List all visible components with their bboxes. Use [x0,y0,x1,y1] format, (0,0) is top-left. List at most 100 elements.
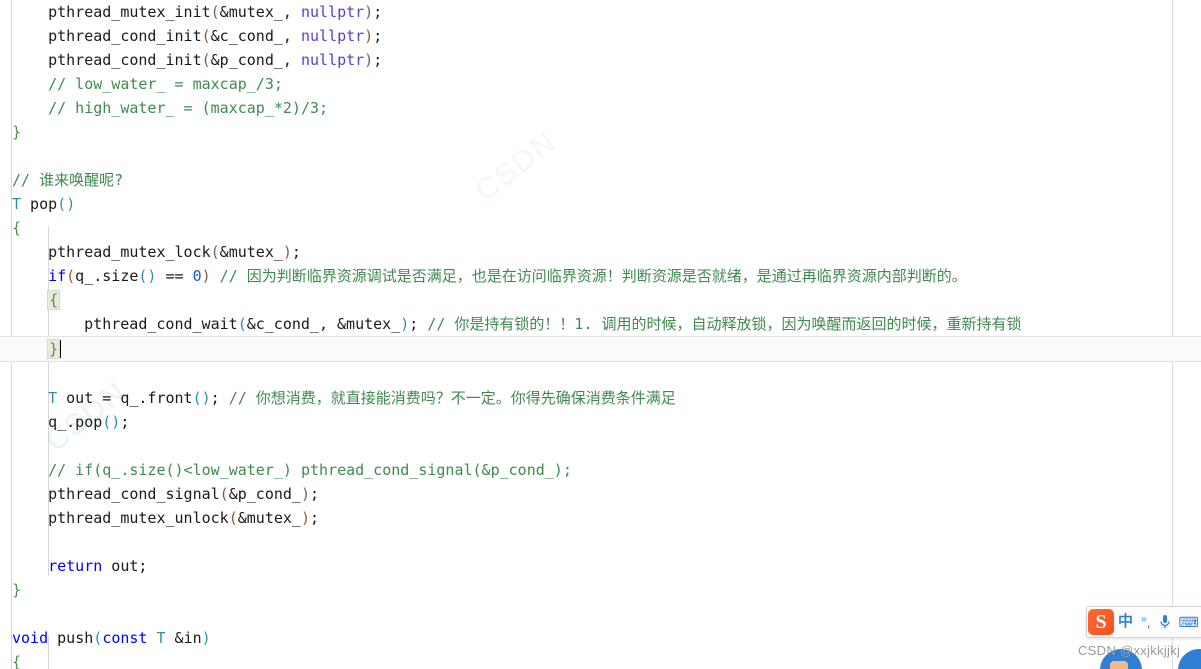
code-token: return [48,557,103,575]
language-mode-toggle[interactable]: 中 [1114,608,1137,636]
code-token: ) [364,3,374,21]
code-line[interactable]: } [0,336,1201,362]
code-token: out; [102,557,148,575]
code-token: ( [93,629,103,647]
code-content[interactable]: pthread_mutex_init(&mutex_, nullptr); pth… [0,0,1201,669]
code-token: push [48,629,94,647]
punctuation-mode-toggle[interactable]: °, [1137,608,1155,636]
code-token: ) [66,195,76,213]
code-token: &mutex_ [219,243,283,261]
code-token: { [12,653,22,669]
code-line[interactable] [0,530,1201,554]
code-line[interactable]: pthread_mutex_unlock(&mutex_); [0,506,1201,530]
sogou-ime-toolbar[interactable]: S 中 °, ⌨ [1086,606,1201,638]
keyboard-icon[interactable]: ⌨ [1175,608,1201,636]
code-token: nullptr [300,3,365,21]
code-token: ( [201,51,211,69]
code-token: ) [364,51,374,69]
code-token: ; [373,51,383,69]
code-token: &c_cond_ [246,315,319,333]
code-token: // 你是持有锁的！！1. 调用的时候，自动释放锁，因为唤醒而返回的时候，重新持… [418,315,1022,333]
code-line[interactable]: pthread_cond_wait(&c_cond_, &mutex_); //… [0,312,1201,336]
code-token: pop [21,195,58,213]
code-token: , [282,3,301,21]
code-token: q_.pop [48,413,103,431]
code-token: &p_cond_ [228,485,301,503]
code-token: ; [210,389,220,407]
code-token: pthread_cond_init [48,51,202,69]
code-editor-surface[interactable]: CSDN CSDN pthread_mutex_init(&mutex_, nu… [0,0,1201,669]
code-token: pthread_mutex_unlock [48,509,229,527]
code-token: ( [201,27,211,45]
code-token: () [192,389,211,407]
code-token: ; [409,315,419,333]
code-token: ) [300,509,310,527]
code-token: } [12,581,22,599]
code-token: ) [400,315,410,333]
code-line[interactable]: pthread_cond_signal(&p_cond_); [0,482,1201,506]
code-line[interactable] [0,362,1201,386]
code-token: void [12,629,49,647]
code-token: T [12,195,22,213]
code-line[interactable]: } [0,578,1201,602]
code-line[interactable]: } [0,120,1201,144]
code-token: pthread_cond_signal [48,485,220,503]
code-line[interactable]: { [0,216,1201,240]
code-token: ( [228,509,238,527]
code-line[interactable]: pthread_mutex_lock(&mutex_); [0,240,1201,264]
code-line[interactable]: void push(const T &in) [0,626,1201,650]
code-token: } [47,339,61,359]
sogou-logo-icon[interactable]: S [1088,609,1114,635]
code-token: pthread_mutex_lock [48,243,211,261]
code-token: const [102,629,148,647]
code-line[interactable]: // if(q_.size()<low_water_) pthread_cond… [0,458,1201,482]
code-token: &mutex_ [219,3,283,21]
code-token: ( [219,485,229,503]
code-token: ) [201,267,211,285]
code-token: ) [300,485,310,503]
code-line[interactable]: { [0,288,1201,312]
code-line[interactable]: // high_water_ = (maxcap_*2)/3; [0,96,1201,120]
code-token: { [47,290,61,310]
code-token: T [156,629,166,647]
code-token: , [318,315,338,333]
code-line[interactable] [0,434,1201,458]
code-line[interactable]: return out; [0,554,1201,578]
code-token: nullptr [300,51,365,69]
code-token: ; [291,243,301,261]
code-token: ( [57,195,67,213]
code-token: ) [201,629,211,647]
code-token: 0 [192,267,202,285]
code-line[interactable]: // low_water_ = maxcap_/3; [0,72,1201,96]
code-token: () [102,413,121,431]
code-line[interactable]: // 谁来唤醒呢? [0,168,1201,192]
code-line[interactable]: pthread_cond_init(&c_cond_, nullptr); [0,24,1201,48]
code-token: pthread_cond_init [48,27,202,45]
code-token: // if(q_.size()<low_water_) pthread_cond… [48,461,572,479]
code-token: // 因为判断临界资源调试是否满足，也是在访问临界资源！判断资源是否就绪，是通过… [210,267,967,285]
code-token: nullptr [300,27,365,45]
code-token: } [12,123,22,141]
code-line[interactable]: { [0,650,1201,669]
code-token: , [282,51,301,69]
code-token: &mutex_ [337,315,401,333]
code-token: () [138,267,157,285]
code-token: ) [282,243,292,261]
code-line[interactable]: T pop() [0,192,1201,216]
code-line[interactable]: q_.pop(); [0,410,1201,434]
code-line[interactable]: if(q_.size() == 0) // 因为判断临界资源调试是否满足，也是在… [0,264,1201,288]
code-token: ; [309,485,320,503]
code-token: &p_cond_ [210,51,283,69]
voice-input-icon[interactable] [1155,614,1175,630]
code-line[interactable]: pthread_mutex_init(&mutex_, nullptr); [0,0,1201,24]
code-line[interactable]: T out = q_.front(); // 你想消费，就直接能消费吗？不一定。… [0,386,1201,410]
code-token: ( [237,315,247,333]
code-token: ; [373,27,383,45]
code-token: pthread_cond_wait [84,315,238,333]
code-token: // high_water_ = (maxcap_*2)/3; [48,99,329,117]
code-token: ; [120,413,130,431]
code-line[interactable] [0,602,1201,626]
code-token: // 谁来唤醒呢? [12,171,124,189]
code-line[interactable]: pthread_cond_init(&p_cond_, nullptr); [0,48,1201,72]
code-line[interactable] [0,144,1201,168]
